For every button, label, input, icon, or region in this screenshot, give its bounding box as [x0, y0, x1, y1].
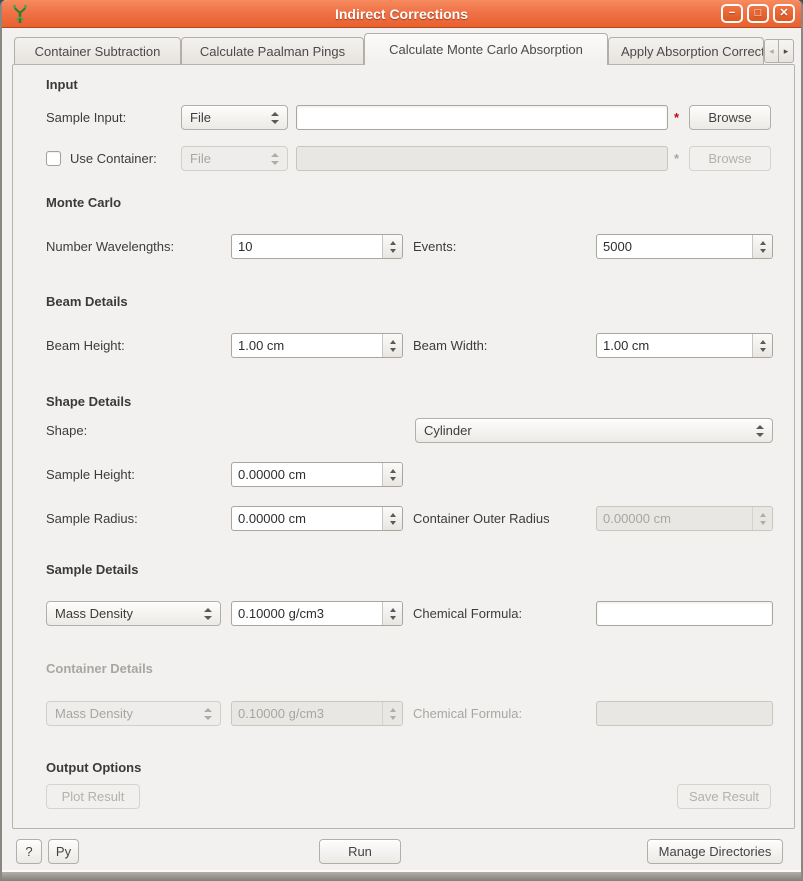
container-density-type-value: Mass Density: [55, 706, 198, 721]
spinner-icon: [382, 702, 402, 725]
python-export-button[interactable]: Py: [48, 839, 79, 864]
combobox-spinner-icon: [271, 153, 279, 165]
tab-container-subtraction[interactable]: Container Subtraction: [14, 37, 181, 64]
combobox-spinner-icon: [271, 112, 279, 124]
tab-calculate-monte-carlo-absorption[interactable]: Calculate Monte Carlo Absorption: [364, 33, 608, 65]
manage-directories-button[interactable]: Manage Directories: [647, 839, 783, 864]
section-header-input: Input: [46, 77, 78, 92]
sample-radius-label: Sample Radius:: [46, 506, 138, 531]
beam-width-spinbox[interactable]: 1.00 cm: [596, 333, 773, 358]
sample-input-type-combobox[interactable]: File: [181, 105, 288, 130]
number-wavelengths-spinbox[interactable]: 10: [231, 234, 403, 259]
beam-height-spinbox[interactable]: 1.00 cm: [231, 333, 403, 358]
sample-browse-button[interactable]: Browse: [689, 105, 771, 130]
sample-input-label: Sample Input:: [46, 105, 126, 130]
spinner-icon[interactable]: [752, 334, 772, 357]
container-browse-button: Browse: [689, 146, 771, 171]
container-input-type-combobox: File: [181, 146, 288, 171]
container-input-type-value: File: [190, 151, 265, 166]
spinner-icon[interactable]: [382, 602, 402, 625]
sample-radius-spinbox[interactable]: 0.00000 cm: [231, 506, 403, 531]
combobox-spinner-icon: [204, 708, 212, 720]
events-spinbox[interactable]: 5000: [596, 234, 773, 259]
spinner-icon[interactable]: [382, 507, 402, 530]
container-density-value: 0.10000 g/cm3: [232, 702, 382, 725]
minimize-button[interactable]: −: [721, 4, 743, 23]
maximize-button[interactable]: □: [747, 4, 769, 23]
plot-result-button: Plot Result: [46, 784, 140, 809]
container-chemical-formula-label: Chemical Formula:: [413, 701, 522, 726]
tab-apply-absorption-corrections[interactable]: Apply Absorption Corrections: [608, 37, 764, 64]
tab-calculate-paalman-pings[interactable]: Calculate Paalman Pings: [181, 37, 364, 64]
window-controls: − □ ✕: [721, 4, 795, 23]
container-required-asterisk: *: [674, 146, 679, 171]
container-outer-radius-spinbox: 0.00000 cm: [596, 506, 773, 531]
title-bar: Indirect Corrections − □ ✕: [2, 0, 801, 28]
run-button[interactable]: Run: [319, 839, 401, 864]
tab-scroll-right-icon[interactable]: ▸: [779, 39, 794, 63]
spinner-icon[interactable]: [382, 235, 402, 258]
indirect-corrections-window: Indirect Corrections − □ ✕ Container Sub…: [0, 0, 803, 881]
container-density-type-combobox: Mass Density: [46, 701, 221, 726]
use-container-label: Use Container:: [70, 146, 157, 171]
combobox-spinner-icon: [756, 425, 764, 437]
tab-content-panel: Input Sample Input: File * Browse Use Co…: [12, 64, 795, 829]
use-container-checkbox[interactable]: [46, 151, 61, 166]
spinner-icon[interactable]: [382, 463, 402, 486]
combobox-spinner-icon: [204, 608, 212, 620]
sample-input-field[interactable]: [296, 105, 668, 130]
sample-radius-value: 0.00000 cm: [232, 507, 382, 530]
section-header-beam-details: Beam Details: [46, 294, 128, 309]
spinner-icon[interactable]: [752, 235, 772, 258]
beam-width-label: Beam Width:: [413, 333, 487, 358]
beam-height-value: 1.00 cm: [232, 334, 382, 357]
sample-height-spinbox[interactable]: 0.00000 cm: [231, 462, 403, 487]
events-value: 5000: [597, 235, 752, 258]
sample-density-type-value: Mass Density: [55, 606, 198, 621]
shape-value: Cylinder: [424, 423, 750, 438]
section-header-sample-details: Sample Details: [46, 562, 139, 577]
sample-chemical-formula-field[interactable]: [596, 601, 773, 626]
container-outer-radius-label: Container Outer Radius: [413, 506, 550, 531]
container-chemical-formula-field: [596, 701, 773, 726]
window-bottom-edge: [2, 870, 801, 881]
shape-label: Shape:: [46, 418, 87, 443]
sample-density-value: 0.10000 g/cm3: [232, 602, 382, 625]
section-header-shape-details: Shape Details: [46, 394, 131, 409]
sample-height-value: 0.00000 cm: [232, 463, 382, 486]
tab-scroll-left-icon[interactable]: ◂: [764, 39, 779, 63]
events-label: Events:: [413, 234, 456, 259]
container-density-spinbox: 0.10000 g/cm3: [231, 701, 403, 726]
tab-bar: Container Subtraction Calculate Paalman …: [14, 33, 764, 64]
save-result-button: Save Result: [677, 784, 771, 809]
section-header-monte-carlo: Monte Carlo: [46, 195, 121, 210]
tab-scrollers: ◂ ▸: [764, 39, 794, 63]
sample-density-type-combobox[interactable]: Mass Density: [46, 601, 221, 626]
container-outer-radius-value: 0.00000 cm: [597, 507, 752, 530]
spinner-icon[interactable]: [382, 334, 402, 357]
sample-density-spinbox[interactable]: 0.10000 g/cm3: [231, 601, 403, 626]
spinner-icon: [752, 507, 772, 530]
section-header-output-options: Output Options: [46, 760, 141, 775]
window-title: Indirect Corrections: [2, 6, 801, 22]
sample-input-required-asterisk: *: [674, 105, 679, 130]
number-wavelengths-value: 10: [232, 235, 382, 258]
sample-input-type-value: File: [190, 110, 265, 125]
close-button[interactable]: ✕: [773, 4, 795, 23]
number-wavelengths-label: Number Wavelengths:: [46, 234, 174, 259]
beam-width-value: 1.00 cm: [597, 334, 752, 357]
help-button[interactable]: ?: [16, 839, 42, 864]
sample-chemical-formula-label: Chemical Formula:: [413, 601, 522, 626]
container-input-field: [296, 146, 668, 171]
shape-combobox[interactable]: Cylinder: [415, 418, 773, 443]
section-header-container-details: Container Details: [46, 661, 153, 676]
beam-height-label: Beam Height:: [46, 333, 125, 358]
mantid-logo-icon: [11, 4, 29, 24]
sample-height-label: Sample Height:: [46, 462, 135, 487]
